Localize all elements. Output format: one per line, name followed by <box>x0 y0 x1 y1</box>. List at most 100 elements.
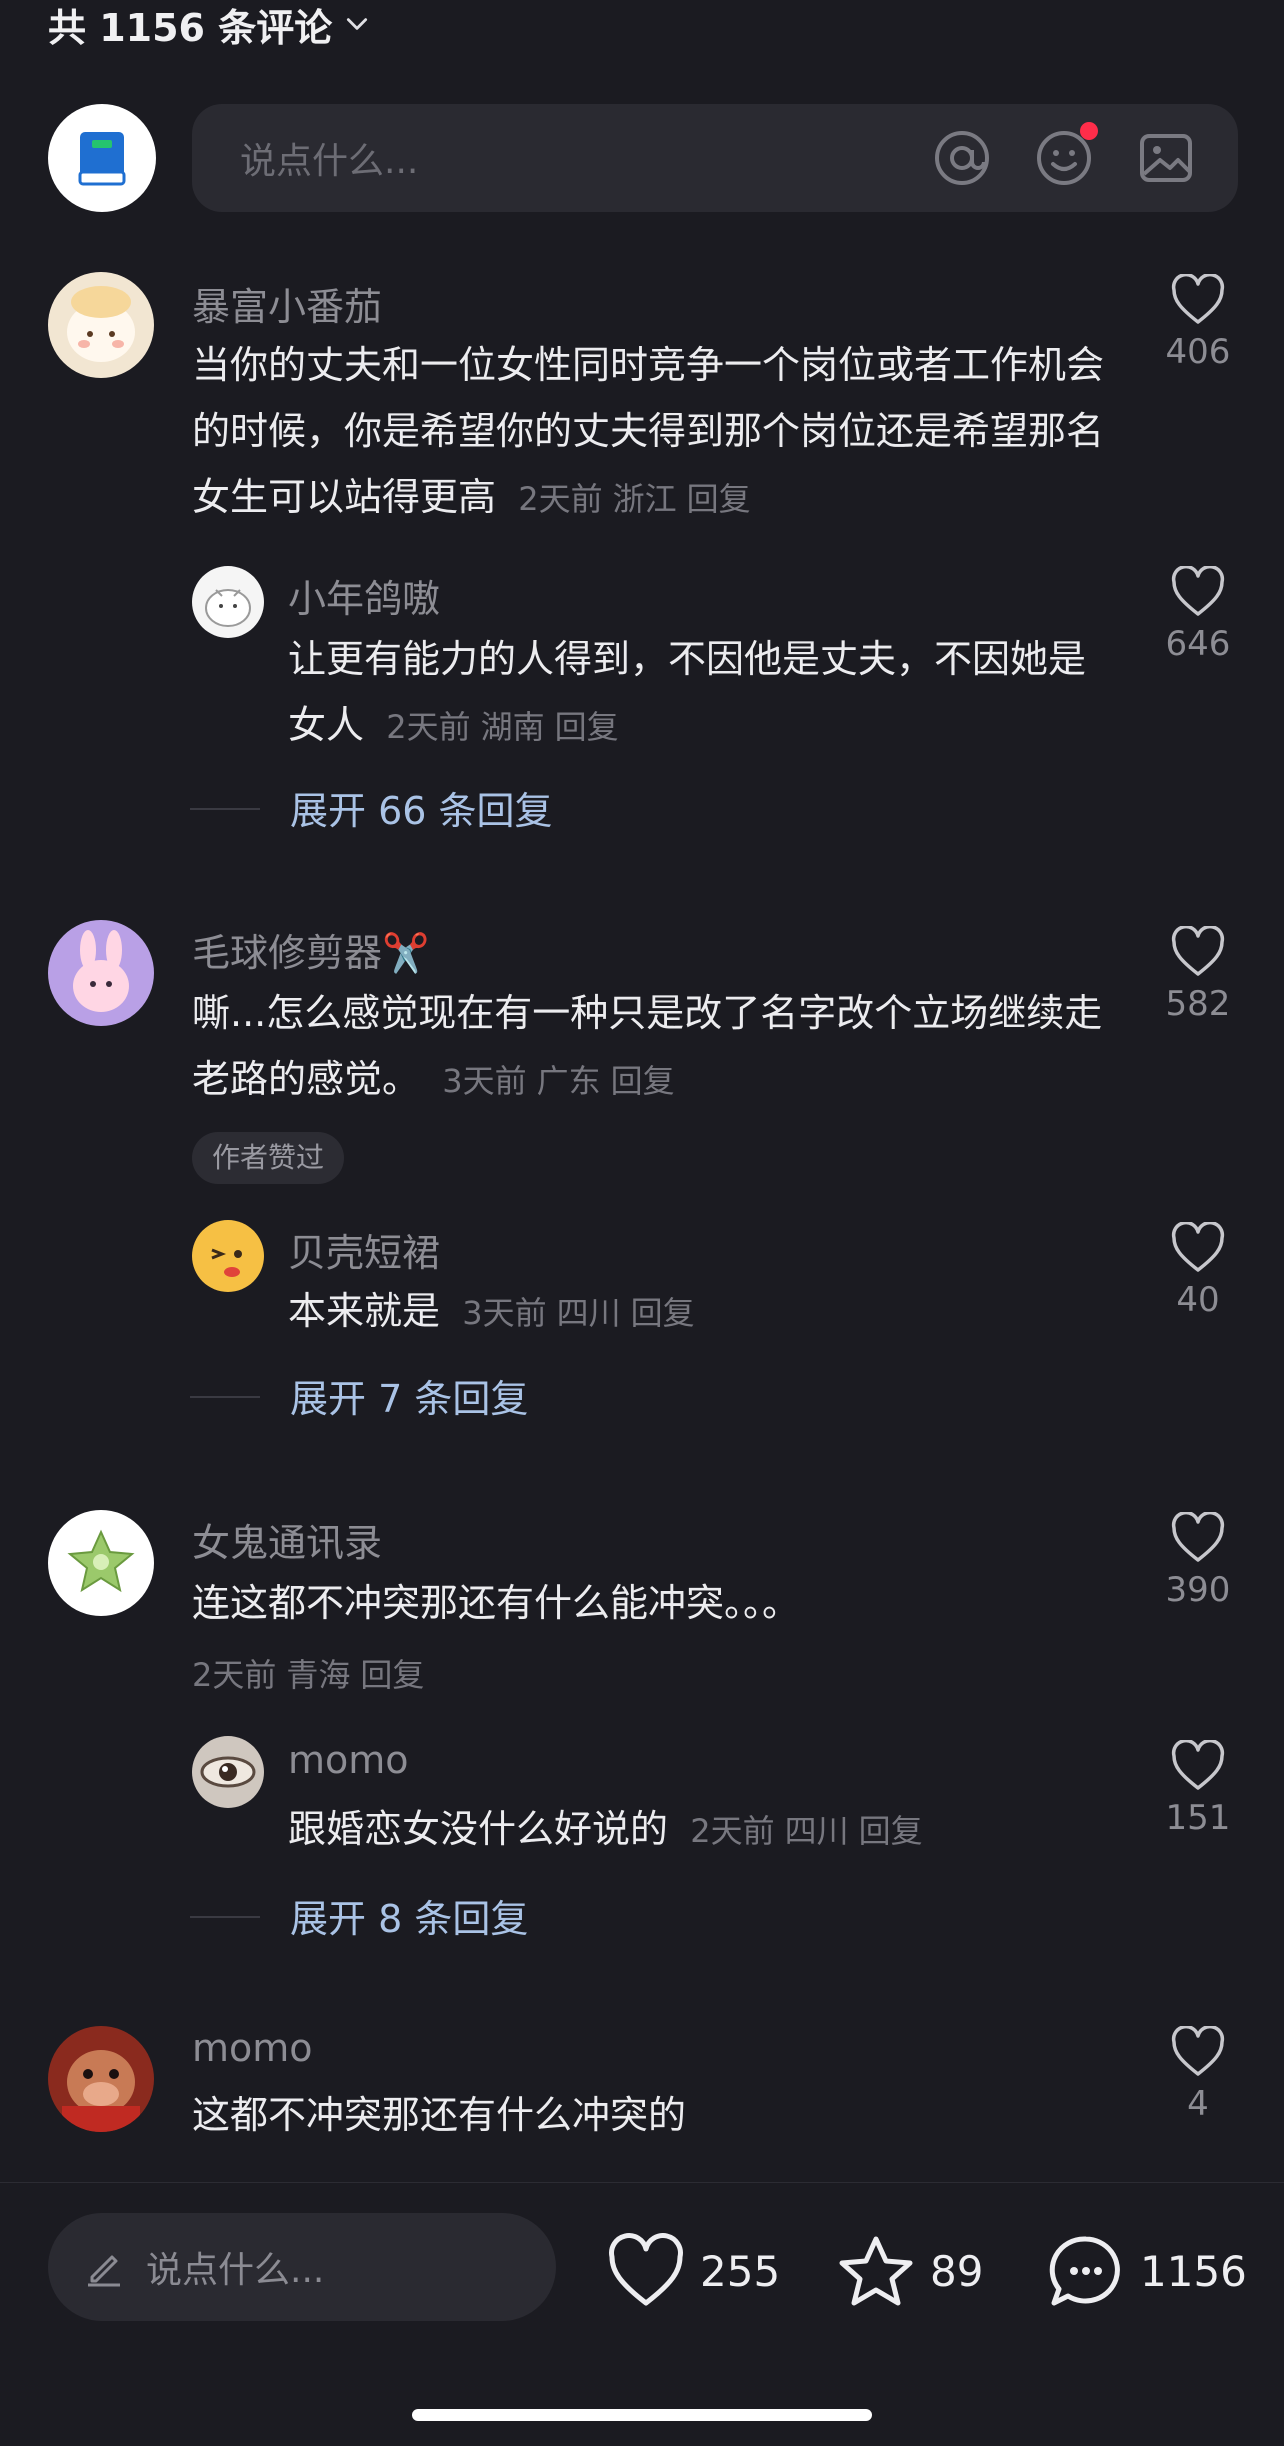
expand-replies-button[interactable]: 展开 8 条回复 <box>190 1888 529 1943</box>
home-indicator[interactable] <box>412 2409 872 2421</box>
like-button[interactable]: 390 <box>1158 1512 1238 1610</box>
post-like-count: 255 <box>700 2246 781 2296</box>
divider <box>190 1396 260 1398</box>
heart-icon <box>1171 566 1225 616</box>
emoji-icon[interactable] <box>1034 122 1098 188</box>
comment-meta: 3天前 广东 回复 <box>432 1062 685 1100</box>
expand-replies-button[interactable]: 展开 66 条回复 <box>190 780 553 835</box>
comment-text[interactable]: 嘶...怎么感觉现在有一种只是改了名字改个立场继续走老路的感觉。 3天前 广东 回复 <box>192 980 1132 1114</box>
comment-username[interactable]: 暴富小番茄 <box>192 276 382 331</box>
book-icon <box>78 132 126 186</box>
comment-composer: 说点什么... <box>48 104 1238 212</box>
divider <box>190 1916 260 1918</box>
comment-bubble-icon <box>1049 2236 1120 2306</box>
like-count: 390 <box>1165 1570 1231 1610</box>
like-button[interactable]: 406 <box>1158 274 1238 372</box>
reply-username[interactable]: 贝壳短裙 <box>288 1222 440 1277</box>
expand-replies-button[interactable]: 展开 7 条回复 <box>190 1368 529 1423</box>
reply-time: 3天前 <box>462 1294 547 1332</box>
comment-input[interactable]: 说点什么... <box>192 104 1238 212</box>
like-button[interactable]: 40 <box>1158 1222 1238 1320</box>
expand-replies-label: 展开 8 条回复 <box>290 1897 529 1941</box>
reply-text[interactable]: 本来就是 3天前 四川 回复 <box>288 1278 1088 1346</box>
like-button[interactable]: 151 <box>1158 1740 1238 1838</box>
post-comment-count: 1156 <box>1140 2246 1247 2296</box>
comment-location: 青海 <box>286 1656 351 1694</box>
reply-time: 2天前 <box>690 1812 775 1850</box>
image-icon[interactable] <box>1136 128 1196 188</box>
bottom-comment-input[interactable]: 说点什么... <box>48 2213 556 2321</box>
like-button[interactable]: 582 <box>1158 926 1238 1024</box>
reply-meta: 2天前 四川 回复 <box>680 1812 933 1850</box>
comment-text[interactable]: 这都不冲突那还有什么冲突的 <box>192 2082 1122 2148</box>
heart-icon <box>609 2233 683 2306</box>
comment-count-header[interactable]: 共 1156 条评论 <box>48 0 370 50</box>
author-liked-badge: 作者赞过 <box>192 1132 345 1184</box>
favorite-post-button[interactable]: 89 <box>836 2233 983 2309</box>
reply-avatar[interactable] <box>192 566 264 638</box>
pencil-icon <box>88 2255 120 2287</box>
comment-location: 浙江 <box>612 480 677 518</box>
expand-replies-label: 展开 66 条回复 <box>290 789 553 833</box>
reply-username[interactable]: momo <box>288 1738 409 1782</box>
notification-dot <box>1080 122 1098 140</box>
reply-avatar[interactable] <box>192 1736 264 1808</box>
like-count: 4 <box>1187 2084 1209 2124</box>
avatar[interactable] <box>48 272 154 378</box>
comment-body: 连这都不冲突那还有什么能冲突。。。 <box>192 1581 801 1625</box>
comment-location: 广东 <box>536 1062 601 1100</box>
reply-location: 四川 <box>784 1812 849 1850</box>
reply-text[interactable]: 跟婚恋女没什么好说的 2天前 四川 回复 <box>288 1796 1088 1864</box>
post-favorite-count: 89 <box>930 2246 984 2296</box>
reply-time: 2天前 <box>386 708 471 746</box>
comment-input-placeholder: 说点什么... <box>240 141 419 182</box>
like-count: 406 <box>1165 332 1231 372</box>
comment-meta: 2天前 青海 回复 <box>192 1650 434 1696</box>
chevron-down-icon <box>347 18 368 30</box>
bottom-action-bar: 说点什么... 255 89 1156 <box>0 2182 1284 2446</box>
comment-username[interactable]: 女鬼通讯录 <box>192 1512 382 1567</box>
comment-time: 2天前 <box>192 1656 277 1694</box>
comment-username[interactable]: momo <box>192 2026 313 2070</box>
divider <box>190 808 260 810</box>
avatar[interactable] <box>48 2026 154 2132</box>
comment-username[interactable]: 毛球修剪器✂️ <box>192 922 429 977</box>
heart-icon <box>1171 1512 1225 1562</box>
comment-time: 3天前 <box>442 1062 527 1100</box>
reply-link[interactable]: 回复 <box>360 1656 424 1694</box>
reply-location: 四川 <box>556 1294 621 1332</box>
reply-link[interactable]: 回复 <box>611 1062 675 1100</box>
like-count: 582 <box>1165 984 1231 1024</box>
comments-page: 共 1156 条评论 说点什么... 暴富小番茄 当你的丈夫和一位女性同时竞争一… <box>0 0 1284 2446</box>
avatar[interactable] <box>48 920 154 1026</box>
comment-meta: 2天前 浙江 回复 <box>508 480 761 518</box>
reply-body: 跟婚恋女没什么好说的 <box>288 1807 669 1851</box>
reply-location: 湖南 <box>480 708 545 746</box>
like-button[interactable]: 4 <box>1158 2026 1238 2124</box>
heart-icon <box>1171 274 1225 324</box>
bottom-input-placeholder: 说点什么... <box>146 2250 325 2291</box>
expand-replies-label: 展开 7 条回复 <box>290 1377 529 1421</box>
comment-count-label: 共 1156 条评论 <box>48 5 333 50</box>
like-post-button[interactable]: 255 <box>606 2233 780 2309</box>
reply-link[interactable]: 回复 <box>555 708 619 746</box>
reply-username[interactable]: 小年鸽嗷 <box>288 568 440 623</box>
reply-link[interactable]: 回复 <box>631 1294 695 1332</box>
reply-link[interactable]: 回复 <box>859 1812 923 1850</box>
my-avatar[interactable] <box>48 104 156 212</box>
comment-body: 这都不冲突那还有什么冲突的 <box>192 2093 687 2137</box>
comment-text[interactable]: 连这都不冲突那还有什么能冲突。。。 <box>192 1570 1122 1636</box>
reply-link[interactable]: 回复 <box>687 480 751 518</box>
heart-icon <box>1171 2026 1225 2076</box>
reply-text[interactable]: 让更有能力的人得到，不因他是丈夫，不因她是女人 2天前 湖南 回复 <box>288 626 1088 760</box>
reply-meta: 3天前 四川 回复 <box>452 1294 705 1332</box>
like-button[interactable]: 646 <box>1158 566 1238 664</box>
comment-time: 2天前 <box>518 480 603 518</box>
reply-avatar[interactable] <box>192 1220 264 1292</box>
comment-post-button[interactable]: 1156 <box>1046 2233 1247 2309</box>
like-count: 151 <box>1165 1798 1231 1838</box>
comment-text[interactable]: 当你的丈夫和一位女性同时竞争一个岗位或者工作机会的时候，你是希望你的丈夫得到那个… <box>192 332 1122 532</box>
like-count: 40 <box>1176 1280 1220 1320</box>
avatar[interactable] <box>48 1510 154 1616</box>
at-icon[interactable] <box>932 128 992 188</box>
